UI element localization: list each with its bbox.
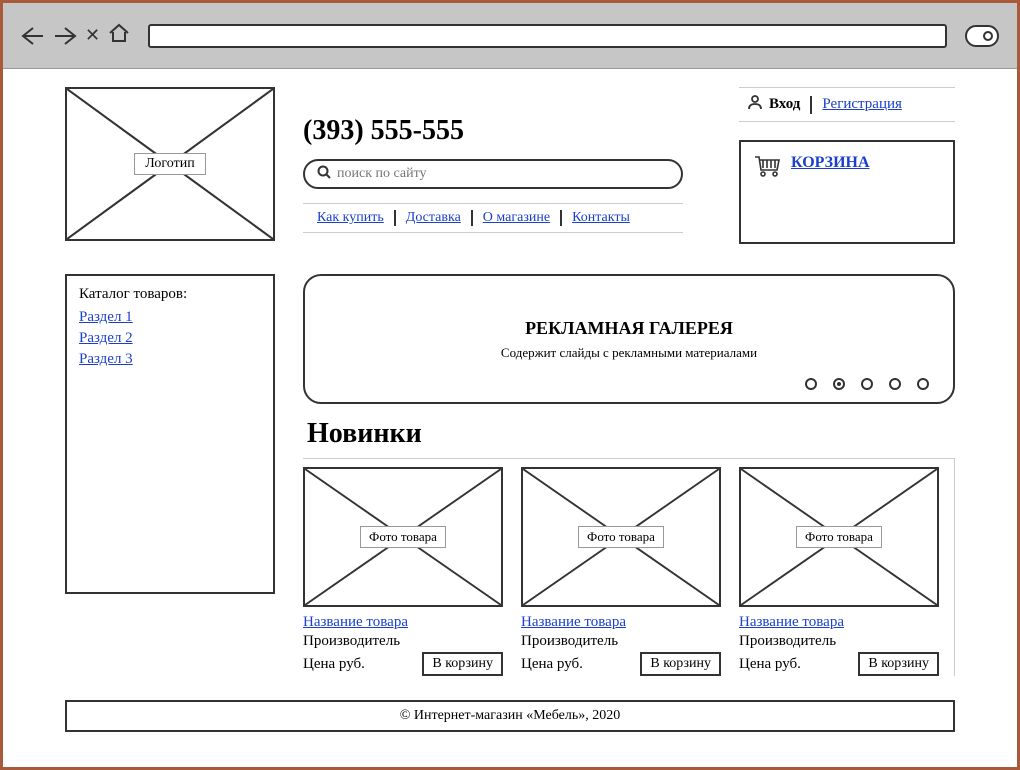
catalog-section-1[interactable]: Раздел 1 (79, 309, 261, 326)
forward-icon[interactable] (53, 26, 77, 46)
product-name-link[interactable]: Название товара (303, 614, 408, 630)
logo[interactable]: Логотип (65, 87, 275, 241)
search-icon (317, 165, 331, 184)
product-price: Цена руб. (521, 656, 583, 673)
product-image[interactable]: Фото товара (739, 467, 939, 607)
cart-link[interactable]: КОРЗИНА (791, 154, 870, 172)
new-arrivals-heading: Новинки (307, 418, 955, 450)
browser-search-icon[interactable] (965, 25, 999, 47)
browser-window: ✕ Логотип (393) 555-555 Как купить Доста… (0, 0, 1020, 770)
nav-contacts[interactable]: Контакты (562, 210, 640, 226)
banner-dots (805, 378, 929, 390)
page-content: Логотип (393) 555-555 Как купить Доставк… (3, 69, 1017, 686)
product-maker: Производитель (521, 633, 721, 650)
top-nav: Как купить Доставка О магазине Контакты (303, 203, 683, 233)
banner-dot[interactable] (917, 378, 929, 390)
promo-banner[interactable]: РЕКЛАМНАЯ ГАЛЕРЕЯ Содержит слайды с рекл… (303, 274, 955, 404)
divider (810, 96, 812, 114)
product-image-label: Фото товара (796, 526, 882, 548)
product-name-link[interactable]: Название товара (739, 614, 844, 630)
product-image[interactable]: Фото товара (303, 467, 503, 607)
catalog-sidebar: Каталог товаров: Раздел 1 Раздел 2 Разде… (65, 274, 275, 594)
nav-delivery[interactable]: Доставка (396, 210, 473, 226)
product-maker: Производитель (739, 633, 939, 650)
catalog-section-2[interactable]: Раздел 2 (79, 330, 261, 347)
register-link[interactable]: Регистрация (822, 96, 902, 113)
product-card: Фото товара Название товара Производитель Ц… (303, 467, 503, 676)
add-to-cart-button[interactable]: В корзину (858, 652, 939, 676)
product-image-label: Фото товара (578, 526, 664, 548)
product-list: Фото товара Название товара Производитель Ц… (303, 458, 955, 676)
product-price: Цена руб. (739, 656, 801, 673)
nav-how-to-buy[interactable]: Как купить (307, 210, 396, 226)
product-price: Цена руб. (303, 656, 365, 673)
add-to-cart-button[interactable]: В корзину (422, 652, 503, 676)
nav-about[interactable]: О магазине (473, 210, 562, 226)
cart-box[interactable]: КОРЗИНА (739, 140, 955, 244)
phone-number: (393) 555-555 (303, 115, 711, 147)
add-to-cart-button[interactable]: В корзину (640, 652, 721, 676)
logo-label: Логотип (134, 153, 205, 175)
search-input[interactable] (337, 166, 669, 182)
product-maker: Производитель (303, 633, 503, 650)
auth-bar: Вход Регистрация (739, 87, 955, 122)
banner-title: РЕКЛАМНАЯ ГАЛЕРЕЯ (525, 318, 733, 339)
product-card: Фото товара Название товара Производитель Ц… (739, 467, 939, 676)
back-icon[interactable] (21, 26, 45, 46)
banner-dot[interactable] (833, 378, 845, 390)
banner-dot[interactable] (889, 378, 901, 390)
footer: © Интернет-магазин «Мебель», 2020 (65, 700, 955, 732)
catalog-section-3[interactable]: Раздел 3 (79, 351, 261, 368)
banner-dot[interactable] (861, 378, 873, 390)
login-link[interactable]: Вход (769, 96, 800, 113)
home-icon[interactable] (108, 23, 130, 48)
banner-dot[interactable] (805, 378, 817, 390)
product-image[interactable]: Фото товара (521, 467, 721, 607)
user-icon (747, 94, 763, 115)
url-bar[interactable] (148, 24, 947, 48)
cart-icon (753, 154, 781, 183)
banner-subtitle: Содержит слайды с рекламными материалами (501, 345, 757, 361)
product-card: Фото товара Название товара Производитель Ц… (521, 467, 721, 676)
browser-toolbar: ✕ (3, 3, 1017, 69)
product-name-link[interactable]: Название товара (521, 614, 626, 630)
product-image-label: Фото товара (360, 526, 446, 548)
search-box[interactable] (303, 159, 683, 189)
stop-icon[interactable]: ✕ (85, 25, 100, 46)
catalog-title: Каталог товаров: (79, 286, 261, 303)
